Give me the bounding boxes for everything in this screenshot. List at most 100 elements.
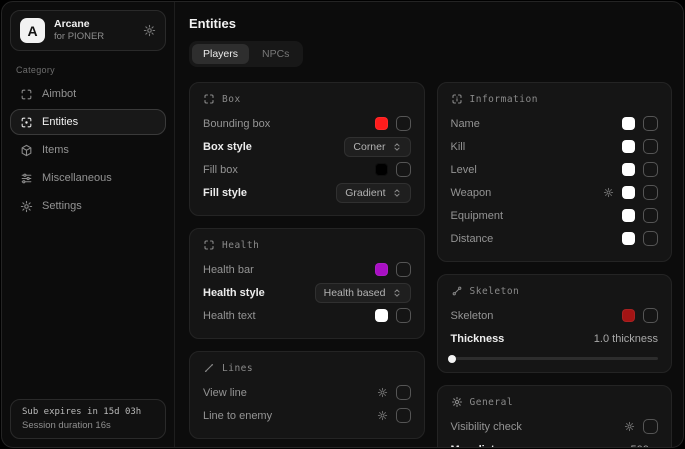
health-text-row: Health text [203, 305, 411, 326]
row-label: Health style [203, 287, 265, 299]
main-content: Entities Players NPCs Box [175, 2, 683, 447]
line-to-enemy-row: Line to enemy [203, 405, 411, 426]
info-distance-row: Distance [451, 228, 659, 249]
visibility-check-row: Visibility check [451, 416, 659, 437]
sidebar-item-label: Items [42, 144, 69, 156]
row-label: Level [451, 164, 477, 176]
dropdown-value: Health based [324, 287, 386, 299]
slider-thumb[interactable] [448, 355, 456, 363]
health-style-dropdown[interactable]: Health based [315, 283, 411, 303]
unfold-icon [392, 188, 402, 198]
sidebar: A Arcane for PIONER Category Aimbot [2, 2, 175, 447]
row-label: Box style [203, 141, 252, 153]
skeleton-row: Skeleton [451, 305, 659, 326]
info-equipment-row: Equipment [451, 205, 659, 226]
crosshair-icon [20, 88, 33, 101]
cube-icon [20, 144, 33, 157]
info-brackets-icon [451, 93, 463, 105]
row-label: Skeleton [451, 310, 494, 322]
sidebar-item-label: Entities [42, 116, 78, 128]
option-gear-icon[interactable] [377, 387, 388, 398]
checkbox[interactable] [643, 419, 658, 434]
skeleton-card-header: Skeleton [451, 285, 659, 297]
fill-style-dropdown[interactable]: Gradient [336, 183, 410, 203]
skeleton-card: Skeleton Skeleton Thickness 1.0 thicknes… [437, 274, 673, 373]
option-gear-icon[interactable] [377, 410, 388, 421]
view-line-row: View line [203, 382, 411, 403]
sub-expires-text: Sub expires in 15d 03h [22, 407, 154, 417]
box-style-row: Box style Corner [203, 136, 411, 157]
checkbox[interactable] [643, 231, 658, 246]
card-title: Lines [222, 363, 253, 374]
app-logo: A [20, 18, 45, 43]
row-label: Fill style [203, 187, 247, 199]
option-gear-icon[interactable] [603, 187, 614, 198]
sidebar-item-items[interactable]: Items [10, 137, 166, 163]
color-swatch[interactable] [375, 263, 388, 276]
checkbox[interactable] [396, 162, 411, 177]
row-label: Distance [451, 233, 494, 245]
checkbox[interactable] [643, 308, 658, 323]
color-swatch[interactable] [622, 209, 635, 222]
sliders-icon [20, 172, 33, 185]
dropdown-value: Corner [353, 141, 385, 153]
general-gear-icon [451, 396, 463, 408]
info-name-row: Name [451, 113, 659, 134]
card-title: Health [222, 240, 259, 251]
color-swatch[interactable] [622, 309, 635, 322]
logo-text: Arcane for PIONER [54, 18, 134, 43]
sidebar-item-entities[interactable]: Entities [10, 109, 166, 135]
box-card-header: Box [203, 93, 411, 105]
checkbox[interactable] [396, 116, 411, 131]
fill-box-row: Fill box [203, 159, 411, 180]
health-style-row: Health style Health based [203, 282, 411, 303]
app-window: A Arcane for PIONER Category Aimbot [1, 1, 684, 448]
card-title: Box [222, 94, 241, 105]
checkbox[interactable] [643, 139, 658, 154]
card-title: Skeleton [470, 286, 520, 297]
checkbox[interactable] [643, 185, 658, 200]
checkbox[interactable] [643, 162, 658, 177]
lines-card-header: Lines [203, 362, 411, 374]
color-swatch[interactable] [622, 117, 635, 130]
health-card: Health Health bar Health style Health ba… [189, 228, 425, 339]
sidebar-item-settings[interactable]: Settings [10, 193, 166, 219]
color-swatch[interactable] [375, 117, 388, 130]
checkbox[interactable] [396, 308, 411, 323]
information-card-header: Information [451, 93, 659, 105]
box-style-dropdown[interactable]: Corner [344, 137, 410, 157]
health-brackets-icon [203, 239, 215, 251]
info-weapon-row: Weapon [451, 182, 659, 203]
row-label: Weapon [451, 187, 492, 199]
checkbox[interactable] [643, 208, 658, 223]
color-swatch[interactable] [622, 186, 635, 199]
account-settings-icon[interactable] [143, 24, 156, 37]
checkbox[interactable] [396, 408, 411, 423]
category-label: Category [16, 65, 166, 75]
color-swatch[interactable] [622, 232, 635, 245]
color-swatch[interactable] [622, 163, 635, 176]
session-duration-text: Session duration 16s [22, 420, 154, 431]
row-label: Bounding box [203, 118, 270, 130]
card-title: General [470, 397, 514, 408]
app-subtitle: for PIONER [54, 31, 134, 43]
color-swatch[interactable] [622, 140, 635, 153]
checkbox[interactable] [396, 385, 411, 400]
bounding-box-row: Bounding box [203, 113, 411, 134]
row-label: Equipment [451, 210, 504, 222]
lines-card: Lines View line [189, 351, 425, 439]
tab-npcs[interactable]: NPCs [251, 44, 300, 64]
tab-players[interactable]: Players [192, 44, 249, 64]
sidebar-item-miscellaneous[interactable]: Miscellaneous [10, 165, 166, 191]
color-swatch[interactable] [375, 309, 388, 322]
row-label: View line [203, 387, 247, 399]
checkbox[interactable] [643, 116, 658, 131]
thickness-slider[interactable] [451, 357, 659, 360]
checkbox[interactable] [396, 262, 411, 277]
row-label: Fill box [203, 164, 238, 176]
option-gear-icon[interactable] [624, 421, 635, 432]
entities-icon [20, 116, 33, 129]
color-swatch[interactable] [375, 163, 388, 176]
max-distance-row: Max distance 500m [451, 439, 659, 448]
sidebar-item-aimbot[interactable]: Aimbot [10, 81, 166, 107]
